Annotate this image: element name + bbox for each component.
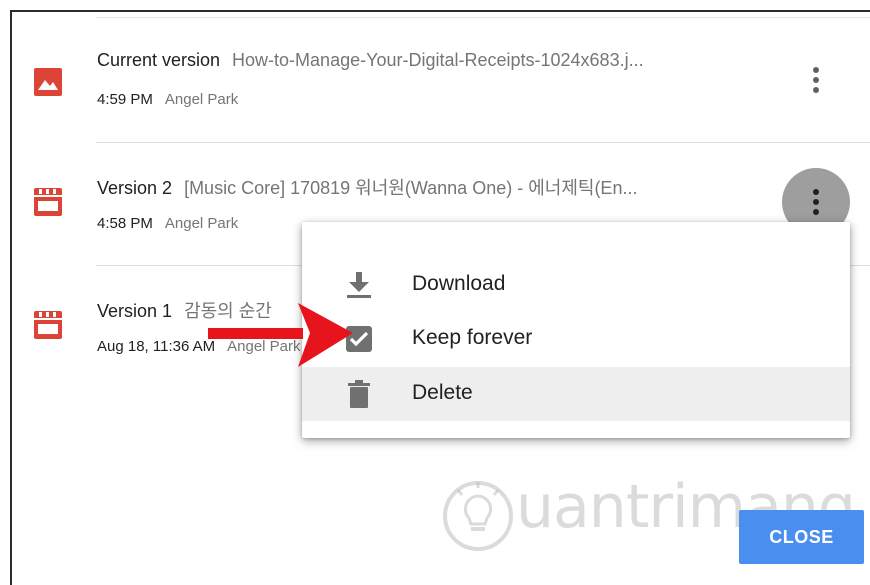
lightbulb-logo-icon xyxy=(443,481,513,551)
more-options-button[interactable] xyxy=(782,46,850,114)
menu-item-download[interactable]: Download xyxy=(302,258,850,312)
image-file-icon xyxy=(34,68,62,96)
version-time: Aug 18, 11:36 AM xyxy=(97,338,216,355)
menu-item-label: Download xyxy=(412,272,506,295)
version-author: Angel Park xyxy=(164,91,239,108)
menu-item-label: Keep forever xyxy=(412,326,533,349)
more-vert-icon xyxy=(813,67,819,93)
version-meta: 4:59 PM Angel Park xyxy=(97,91,238,108)
version-context-menu: Download Keep forever Delete xyxy=(302,222,850,438)
version-author: Angel Park xyxy=(164,215,239,232)
manage-versions-dialog: Current version How-to-Manage-Your-Digita… xyxy=(10,10,870,585)
menu-item-delete[interactable]: Delete xyxy=(302,367,850,421)
file-name: [Music Core] 170819 워너원(Wanna One) - 에너제… xyxy=(184,178,638,198)
menu-item-label: Delete xyxy=(412,381,473,404)
version-meta: 4:58 PM Angel Park xyxy=(97,215,238,232)
version-label: Version 1 xyxy=(97,301,173,321)
version-label: Version 2 xyxy=(97,178,173,198)
version-row-current: Current version How-to-Manage-Your-Digita… xyxy=(12,50,870,170)
version-time: 4:58 PM xyxy=(97,215,153,232)
row-divider xyxy=(96,142,870,143)
close-button[interactable]: CLOSE xyxy=(739,510,864,564)
menu-item-keep-forever[interactable]: Keep forever xyxy=(302,312,850,366)
file-name: How-to-Manage-Your-Digital-Receipts-1024… xyxy=(232,50,644,70)
video-file-icon xyxy=(34,188,62,216)
trash-icon xyxy=(348,380,370,408)
version-label: Current version xyxy=(97,50,221,70)
version-title: Current version How-to-Manage-Your-Digita… xyxy=(97,50,777,71)
version-title: Version 2 [Music Core] 170819 워너원(Wanna O… xyxy=(97,174,777,200)
video-file-icon xyxy=(34,311,62,339)
version-time: 4:59 PM xyxy=(97,91,153,108)
annotation-arrow-icon xyxy=(208,303,353,367)
more-vert-icon xyxy=(813,189,819,215)
top-divider xyxy=(96,17,870,18)
